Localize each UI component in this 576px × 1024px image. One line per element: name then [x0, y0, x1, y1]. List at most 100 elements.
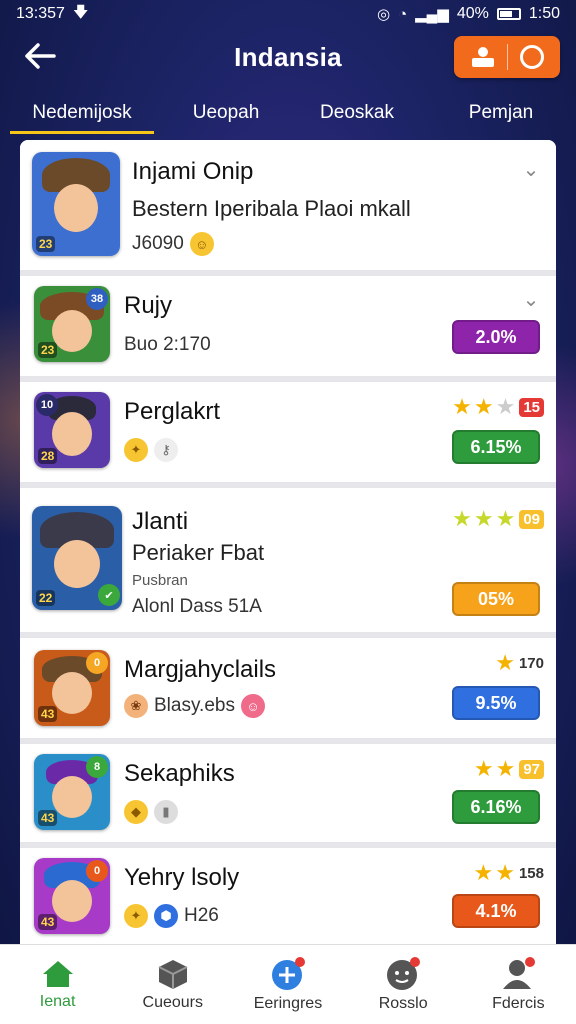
meta-text: Blasy.ebs — [154, 695, 235, 716]
face-shape — [54, 184, 98, 232]
percent-pill[interactable]: 05% — [452, 582, 540, 616]
cube-icon — [158, 960, 188, 989]
signal-icon: ▂▄▆ — [415, 6, 449, 23]
nav-item-cueours[interactable]: Cueours — [115, 945, 230, 1024]
nav-label: Cueours — [142, 994, 204, 1011]
meta-text: H26 — [184, 905, 219, 926]
star-count: 15 — [519, 397, 544, 417]
game-title: Sekaphiks — [124, 760, 235, 787]
percent-pill[interactable]: 4.1% — [452, 894, 540, 928]
game-thumbnail: 43 0 — [34, 650, 110, 726]
game-thumbnail: 43 8 — [34, 754, 110, 830]
level-badge: 23 — [36, 236, 56, 252]
star-icon: ★ — [495, 650, 515, 675]
status-time: 13:357 — [16, 5, 65, 22]
star-rating: ★ ★ ★ 15 — [452, 394, 544, 420]
alarm-icon: ◎ — [376, 6, 391, 23]
face-shape — [52, 880, 92, 922]
list-item[interactable]: 43 0 Margjahyclails ❀ Blasy.ebs ☺ ★ 170 … — [20, 638, 556, 744]
star-count: 09 — [519, 509, 544, 529]
percent-pill[interactable]: 6.16% — [452, 790, 540, 824]
nav-label: Ienat — [39, 993, 76, 1010]
chat-face-icon — [387, 957, 421, 990]
game-title: Rujy — [124, 292, 173, 319]
game-thumbnail: 43 0 — [34, 858, 110, 934]
star-icon: ★ — [473, 394, 494, 419]
game-list: 23 Injami Onip Bestern Iperibala Plaoi m… — [20, 140, 556, 945]
tab-ueopah[interactable]: Ueopah — [164, 92, 288, 134]
game-thumbnail: 23 — [32, 152, 120, 256]
game-thumbnail: 22 ✔ — [32, 506, 122, 610]
game-title: Margjahyclails — [124, 656, 277, 683]
smile-coin-icon: ☺ — [189, 232, 214, 256]
meta-text: Alonl Dass 51A — [132, 596, 262, 617]
tab-nedemijosk[interactable]: Nedemijosk — [0, 92, 164, 134]
percent-pill[interactable]: 9.5% — [452, 686, 540, 720]
game-title: Perglakrt — [124, 398, 221, 425]
game-meta: J6090 ☺ — [132, 232, 214, 256]
header-action-button[interactable] — [454, 36, 560, 78]
percent-pill[interactable]: 2.0% — [452, 320, 540, 354]
nav-item-eeringres[interactable]: Eeringres — [230, 945, 345, 1024]
face-icon: ☺ — [240, 694, 265, 718]
star-rating: ★ ★ 97 — [474, 756, 544, 782]
star-rating: ★ ★ ★ 09 — [452, 506, 544, 532]
level-badge: 43 — [38, 810, 58, 826]
nav-item-rosslo[interactable]: Rosslo — [346, 945, 461, 1024]
coin-icon: ✦ — [124, 904, 148, 928]
download-icon: 🡇 — [72, 3, 89, 21]
percent-pill[interactable]: 6.15% — [452, 430, 540, 464]
list-item[interactable]: 43 0 Yehry lsoly ✦ ⬢ H26 ★ ★ 158 4.1% — [20, 848, 556, 945]
home-icon — [42, 961, 73, 987]
back-arrow-icon — [25, 43, 56, 69]
game-title: Yehry lsoly — [124, 864, 240, 891]
action-divider — [507, 44, 509, 70]
chevron-down-icon[interactable]: ⌄ — [520, 158, 542, 181]
list-item[interactable]: 43 8 Sekaphiks ◆ ▮ ★ ★ 97 6.16% — [20, 744, 556, 848]
ring-icon — [520, 45, 545, 69]
star-icon: ★ — [473, 756, 494, 781]
level-badge: 22 — [36, 590, 56, 606]
back-button[interactable] — [20, 38, 60, 74]
list-item[interactable]: 22 ✔ Jlanti Periaker Fbat Pusbran Alonl … — [20, 488, 556, 638]
list-item[interactable]: 23 Injami Onip Bestern Iperibala Plaoi m… — [20, 140, 556, 276]
game-meta: ✦ ⚷ — [124, 438, 178, 462]
star-icon: ★ — [473, 506, 494, 531]
star-icon: ★ — [495, 860, 515, 885]
star-count: 170 — [518, 654, 544, 672]
face-shape — [54, 540, 100, 588]
list-item[interactable]: 28 10 Perglakrt ✦ ⚷ ★ ★ ★ 15 6.15% — [20, 382, 556, 488]
tab-deoskak[interactable]: Deoskak — [288, 92, 426, 134]
nav-item-fdercis[interactable]: Fdercis — [461, 945, 576, 1024]
category-tabs: Nedemijosk Ueopah Deoskak Pemjan — [0, 92, 576, 134]
face-shape — [52, 412, 92, 456]
star-icon: ★ — [452, 394, 472, 419]
corner-badge: 10 — [36, 394, 58, 416]
game-title: Jlanti — [132, 508, 189, 535]
person-icon — [503, 957, 536, 989]
star-icon: ★ — [452, 506, 472, 531]
game-meta: ✦ ⬢ H26 — [124, 904, 219, 928]
nav-label: Fdercis — [492, 995, 545, 1012]
nav-item-home[interactable]: Ienat — [0, 945, 115, 1024]
app-header: Indansia — [0, 28, 576, 86]
star-rating: ★ ★ 158 — [474, 860, 545, 886]
star-count: 97 — [519, 759, 544, 779]
battery-icon — [496, 8, 521, 20]
game-subtitle: Periaker Fbat — [132, 540, 265, 565]
level-badge: 23 — [38, 342, 58, 358]
book-icon: ▮ — [154, 800, 178, 824]
face-shape — [52, 310, 92, 352]
list-item[interactable]: 23 38 Rujy Buo 2:170 ⌄ 2.0% — [20, 276, 556, 382]
star-empty-icon: ★ — [495, 394, 516, 419]
corner-badge: 0 — [86, 652, 108, 674]
face-shape — [52, 776, 92, 818]
profile-card-icon — [471, 47, 494, 67]
tab-pemjan[interactable]: Pemjan — [426, 92, 576, 134]
lion-icon: ❀ — [124, 694, 148, 718]
status-clock: 1:50 — [528, 5, 560, 22]
key-icon: ⚷ — [154, 438, 178, 462]
chevron-down-icon[interactable]: ⌄ — [520, 288, 542, 311]
gem-icon: ⬢ — [154, 904, 178, 928]
status-right: ◎ ◔ ▂▄▆ 40% 1:50 — [377, 5, 560, 23]
